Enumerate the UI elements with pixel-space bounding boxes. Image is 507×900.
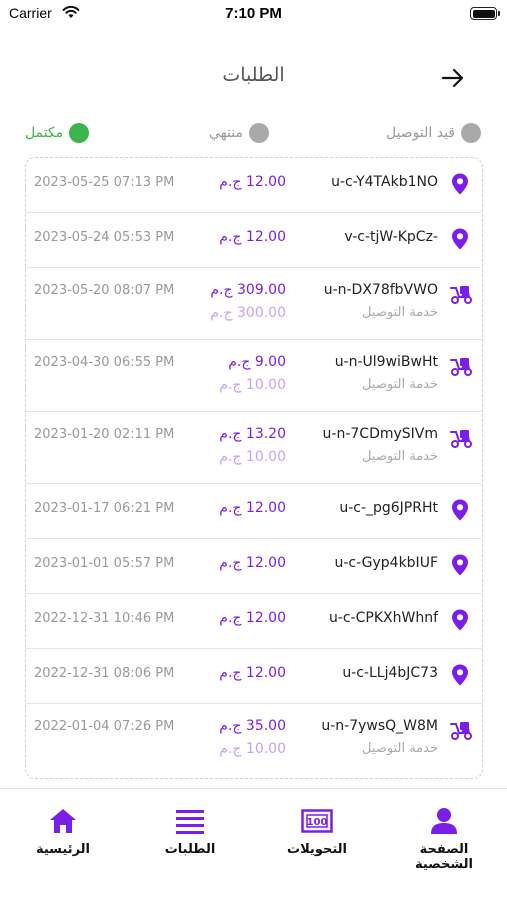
order-row[interactable]: u-c-Gyp4kbIUF 12.00 ج.م 2023-01-01 05:57 P…: [26, 539, 482, 594]
order-row[interactable]: u-c-CPKXhWhnf 12.00 ج.م 2022-12-31 10:46 P…: [26, 594, 482, 649]
order-row[interactable]: u-c-LLj4bJC73 12.00 ج.م 2022-12-31 08:06 P…: [26, 649, 482, 704]
order-amount: 12.00 ج.م: [219, 500, 286, 516]
order-row[interactable]: u-n-7CDmySIVm 13.20 ج.م 2023-01-20 02:11 P…: [26, 412, 482, 484]
order-code: u-n-Ul9wiBwHt: [334, 354, 438, 370]
delivery-service-label: خدمة التوصيل: [362, 449, 438, 464]
order-date: 2023-01-17 06:21 PM: [34, 501, 175, 516]
delivery-scooter-icon: [448, 426, 472, 450]
order-amount: 12.00 ج.م: [219, 174, 286, 190]
order-amount: 309.00 ج.م: [210, 282, 286, 298]
legend-ended-dot: [249, 123, 269, 143]
person-icon: [431, 808, 457, 834]
tab-home-label: الرئيسية: [35, 842, 91, 857]
tab-profile[interactable]: الصفحة الشخصية: [389, 807, 499, 872]
delivery-scooter-icon: [448, 354, 472, 378]
order-code: u-n-7ywsQ_W8M: [321, 718, 438, 734]
order-row[interactable]: u-n-DX78fbVWO 309.00 ج.م 2023-05-20 08:07 …: [26, 268, 482, 340]
order-code: u-c-_pg6JPRHt: [339, 500, 438, 516]
order-code: u-c-LLj4bJC73: [342, 665, 438, 681]
legend-complete-label: مكتمل: [25, 125, 64, 141]
order-code: u-n-7CDmySIVm: [322, 426, 438, 442]
home-icon: [50, 809, 76, 833]
header: الطلبات: [0, 58, 507, 98]
order-row[interactable]: u-n-7ywsQ_W8M 35.00 ج.م 2022-01-04 07:26 P…: [26, 704, 482, 776]
delivery-fee: 10.00 ج.م: [219, 377, 286, 393]
delivery-service-label: خدمة التوصيل: [362, 377, 438, 392]
svg-text:100: 100: [307, 817, 328, 828]
order-amount: 12.00 ج.م: [219, 610, 286, 626]
tab-transfers-label: التحويلات: [287, 842, 347, 857]
legend-ended-label: منتهي: [208, 125, 243, 141]
status-bar: Carrier 7:10 PM: [0, 0, 507, 30]
tab-bar: الرئيسية الطلبات 100 التحويلات الصفحة ال…: [0, 788, 507, 900]
order-row[interactable]: v-c-tjW-KpCz- 12.00 ج.م 2023-05-24 05:53 P…: [26, 213, 482, 268]
tab-home[interactable]: الرئيسية: [8, 807, 118, 857]
battery-icon: [470, 7, 500, 20]
page-title: الطلبات: [222, 64, 285, 86]
delivery-fee: 300.00 ج.م: [210, 305, 286, 321]
location-pin-icon: [448, 608, 472, 632]
order-amount: 12.00 ج.م: [219, 665, 286, 681]
order-date: 2023-05-25 07:13 PM: [34, 175, 175, 190]
tab-orders[interactable]: الطلبات: [135, 807, 245, 857]
order-date: 2023-05-20 08:07 PM: [34, 283, 175, 298]
location-pin-icon: [448, 227, 472, 251]
order-amount: 12.00 ج.م: [219, 555, 286, 571]
delivery-scooter-icon: [448, 282, 472, 306]
location-pin-icon: [448, 663, 472, 687]
legend-complete: مكتمل: [25, 120, 90, 146]
location-pin-icon: [448, 172, 472, 196]
order-row[interactable]: u-c-_pg6JPRHt 12.00 ج.م 2023-01-17 06:21 P…: [26, 484, 482, 539]
order-date: 2022-12-31 10:46 PM: [34, 611, 175, 626]
order-date: 2023-01-20 02:11 PM: [34, 427, 175, 442]
order-code: u-c-CPKXhWhnf: [328, 610, 438, 626]
tab-transfers[interactable]: 100 التحويلات: [262, 807, 372, 857]
location-pin-icon: [448, 498, 472, 522]
order-date: 2022-01-04 07:26 PM: [34, 719, 175, 734]
order-amount: 13.20 ج.م: [219, 426, 286, 442]
order-row[interactable]: u-n-Ul9wiBwHt 9.00 ج.م 2023-04-30 06:55 PM…: [26, 340, 482, 412]
order-date: 2023-05-24 05:53 PM: [34, 230, 175, 245]
clock: 7:10 PM: [225, 5, 282, 22]
order-amount: 12.00 ج.م: [219, 229, 286, 245]
delivery-service-label: خدمة التوصيل: [362, 741, 438, 756]
legend-ended: منتهي: [209, 120, 269, 146]
delivery-fee: 10.00 ج.م: [219, 449, 286, 465]
order-code: u-c-Gyp4kbIUF: [334, 555, 438, 571]
money-icon: 100: [301, 809, 333, 833]
list-icon: [176, 810, 204, 834]
order-code: v-c-tjW-KpCz-: [344, 229, 438, 245]
order-code: u-n-DX78fbVWO: [323, 282, 438, 298]
delivery-scooter-icon: [448, 718, 472, 742]
order-row[interactable]: u-c-Y4TAkb1NO 12.00 ج.م 2023-05-25 07:13 P…: [26, 158, 482, 213]
delivery-service-label: خدمة التوصيل: [362, 305, 438, 320]
legend-delivery: قيد التوصيل: [386, 120, 481, 146]
order-date: 2023-01-01 05:57 PM: [34, 556, 175, 571]
location-pin-icon: [448, 553, 472, 577]
delivery-fee: 10.00 ج.م: [219, 741, 286, 757]
order-code: u-c-Y4TAkb1NO: [331, 174, 438, 190]
legend-delivery-label: قيد التوصيل: [385, 125, 455, 141]
order-date: 2022-12-31 08:06 PM: [34, 666, 175, 681]
arrow-right-icon[interactable]: [439, 66, 467, 90]
orders-list[interactable]: u-c-Y4TAkb1NO 12.00 ج.م 2023-05-25 07:13 P…: [25, 157, 483, 779]
status-legend: قيد التوصيل منتهي مكتمل: [0, 120, 507, 146]
tab-orders-label: الطلبات: [164, 842, 216, 857]
order-amount: 35.00 ج.م: [219, 718, 286, 734]
legend-delivery-dot: [461, 123, 481, 143]
order-amount: 9.00 ج.م: [228, 354, 286, 370]
tab-profile-label: الصفحة الشخصية: [415, 842, 473, 872]
order-date: 2023-04-30 06:55 PM: [34, 355, 175, 370]
legend-complete-dot: [69, 123, 90, 143]
